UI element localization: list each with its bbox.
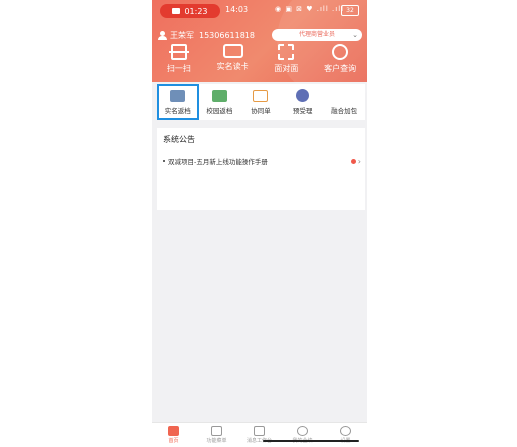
function-menu: 实名返档 校园返档 协同单 预受理 融合加包 xyxy=(157,84,365,120)
tab-message-workbench[interactable]: 消息工作台 xyxy=(238,423,281,447)
user-name: 王荣军 xyxy=(170,30,194,40)
notice-item-text: 双减项目-五月新上线功能操作手册 xyxy=(168,158,268,166)
menu-item-label: 融合加包 xyxy=(331,106,358,115)
menu-item-label: 实名返档 xyxy=(164,106,191,115)
system-notice-panel: 系统公告 双减项目-五月新上线功能操作手册 › xyxy=(157,128,365,210)
menu-item-fusion-package[interactable]: 融合加包 xyxy=(323,84,365,120)
action-label: 扫一扫 xyxy=(166,64,191,73)
action-scan[interactable]: 扫一扫 xyxy=(153,44,205,80)
tab-label: 首页 xyxy=(168,438,179,444)
menu-item-label: 协同单 xyxy=(251,106,271,115)
role-label: 代理商营业员 xyxy=(298,31,335,38)
menu-item-label: 校园返档 xyxy=(206,106,233,115)
action-face-to-face[interactable]: 面对面 xyxy=(260,44,312,80)
menu-item-collab-order[interactable]: 协同单 xyxy=(240,84,282,120)
phone-screen: 01:23 14:03 ◉ ▣ ⊠ ♥ .ıll .ıll 32 王荣军 153… xyxy=(152,0,367,447)
bullet-icon xyxy=(163,160,165,162)
action-customer-query[interactable]: 客户查询 xyxy=(314,44,366,80)
menu-item-campus-return[interactable]: 校园返档 xyxy=(199,84,241,120)
menu-item-real-name-return[interactable]: 实名返档 xyxy=(157,84,199,120)
pre-accept-icon xyxy=(296,89,310,102)
chevron-right-icon: › xyxy=(357,156,361,166)
action-id-card-reader[interactable]: 实名读卡 xyxy=(207,44,259,80)
status-bar: 01:23 14:03 ◉ ▣ ⊠ ♥ .ıll .ıll 32 xyxy=(152,0,367,22)
gear-icon xyxy=(340,426,351,436)
recording-time: 01:23 xyxy=(184,6,208,16)
tab-label: 功能菜单 xyxy=(206,438,227,444)
customer-query-icon xyxy=(332,44,349,60)
tab-settings[interactable]: 设置 xyxy=(324,423,367,447)
unread-dot-icon xyxy=(350,158,356,164)
bottom-tab-bar: 首页 功能菜单 消息工作台 我的业绩 设置 xyxy=(152,422,367,447)
tab-my-performance[interactable]: 我的业绩 xyxy=(281,423,324,447)
status-clock: 14:03 xyxy=(225,5,249,14)
user-phone: 15306611818 xyxy=(199,30,255,40)
id-card-reader-icon xyxy=(222,44,243,58)
message-icon xyxy=(254,426,265,436)
action-label: 实名读卡 xyxy=(216,62,249,71)
real-name-return-icon xyxy=(170,89,186,102)
user-info: 王荣军 15306611818 xyxy=(158,28,255,42)
fusion-package-icon xyxy=(336,89,352,102)
performance-icon xyxy=(297,426,308,436)
grid-icon xyxy=(211,426,222,436)
home-icon xyxy=(168,426,179,436)
tab-home[interactable]: 首页 xyxy=(152,423,195,447)
status-icons: ◉ ▣ ⊠ ♥ .ıll .ıll xyxy=(275,5,345,13)
menu-item-pre-accept[interactable]: 预受理 xyxy=(282,84,324,120)
action-label: 面对面 xyxy=(274,64,299,73)
screen-recording-badge[interactable]: 01:23 xyxy=(160,4,220,18)
notice-title: 系统公告 xyxy=(163,135,195,144)
notice-item[interactable]: 双减项目-五月新上线功能操作手册 › xyxy=(163,155,361,167)
menu-item-label: 预受理 xyxy=(292,107,313,115)
scan-icon xyxy=(168,44,189,60)
face-to-face-icon xyxy=(278,44,295,60)
user-icon xyxy=(158,30,167,40)
chevron-down-icon: ⌄ xyxy=(352,31,358,39)
gesture-bar[interactable] xyxy=(263,440,359,442)
campus-return-icon xyxy=(211,89,227,102)
header-banner: 01:23 14:03 ◉ ▣ ⊠ ♥ .ıll .ıll 32 王荣军 153… xyxy=(152,0,367,100)
battery-icon: 32 xyxy=(341,5,359,16)
camera-icon xyxy=(172,8,181,14)
role-selector[interactable]: 代理商营业员 ⌄ xyxy=(272,29,362,41)
quick-actions: 扫一扫 实名读卡 面对面 客户查询 xyxy=(152,44,367,80)
collab-order-icon xyxy=(253,89,269,102)
tab-function-menu[interactable]: 功能菜单 xyxy=(195,423,238,447)
action-label: 客户查询 xyxy=(324,64,357,73)
